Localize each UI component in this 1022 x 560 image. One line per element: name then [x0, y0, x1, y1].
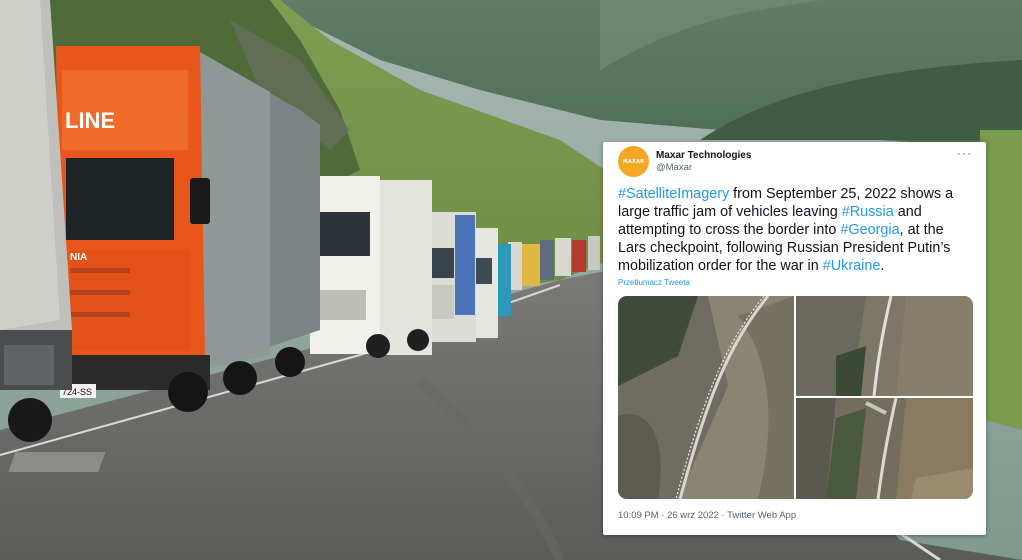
hashtag-satelliteimagery[interactable]: #SatelliteImagery: [618, 186, 729, 202]
satellite-image-1[interactable]: [618, 296, 794, 499]
white-truck-near: [310, 176, 432, 358]
white-truck-mid: [430, 212, 476, 342]
tweet-card: MAXAR Maxar Technologies @Maxar ··· #Sat…: [603, 142, 986, 535]
author-handle[interactable]: @Maxar: [656, 162, 692, 173]
more-options-icon[interactable]: ···: [957, 146, 972, 160]
right-hillside: [980, 130, 1022, 430]
hashtag-georgia[interactable]: #Georgia: [840, 222, 899, 238]
hashtag-russia[interactable]: #Russia: [842, 204, 894, 220]
orange-truck: LINE NIA 724-SS: [56, 46, 320, 412]
author-name[interactable]: Maxar Technologies: [656, 150, 751, 161]
satellite-image-2[interactable]: [796, 296, 973, 396]
satellite-image-grid: [618, 296, 973, 499]
avatar-logo-text: MAXAR: [622, 158, 645, 165]
tweet-text-part: .: [880, 258, 885, 274]
tweet-text: #SatelliteImagery from September 25, 202…: [618, 185, 973, 275]
translate-tweet-link[interactable]: Przetłumacz Tweeta: [618, 278, 690, 287]
maxar-avatar[interactable]: MAXAR: [618, 146, 649, 177]
hashtag-ukraine[interactable]: #Ukraine: [823, 258, 881, 274]
truck-brand-mark: NIA: [70, 252, 87, 263]
satellite-image-3[interactable]: [796, 398, 973, 499]
truck-logo-text: LINE: [65, 108, 115, 133]
tweet-timestamp[interactable]: 10:09 PM · 26 wrz 2022 · Twitter Web App: [618, 510, 796, 521]
